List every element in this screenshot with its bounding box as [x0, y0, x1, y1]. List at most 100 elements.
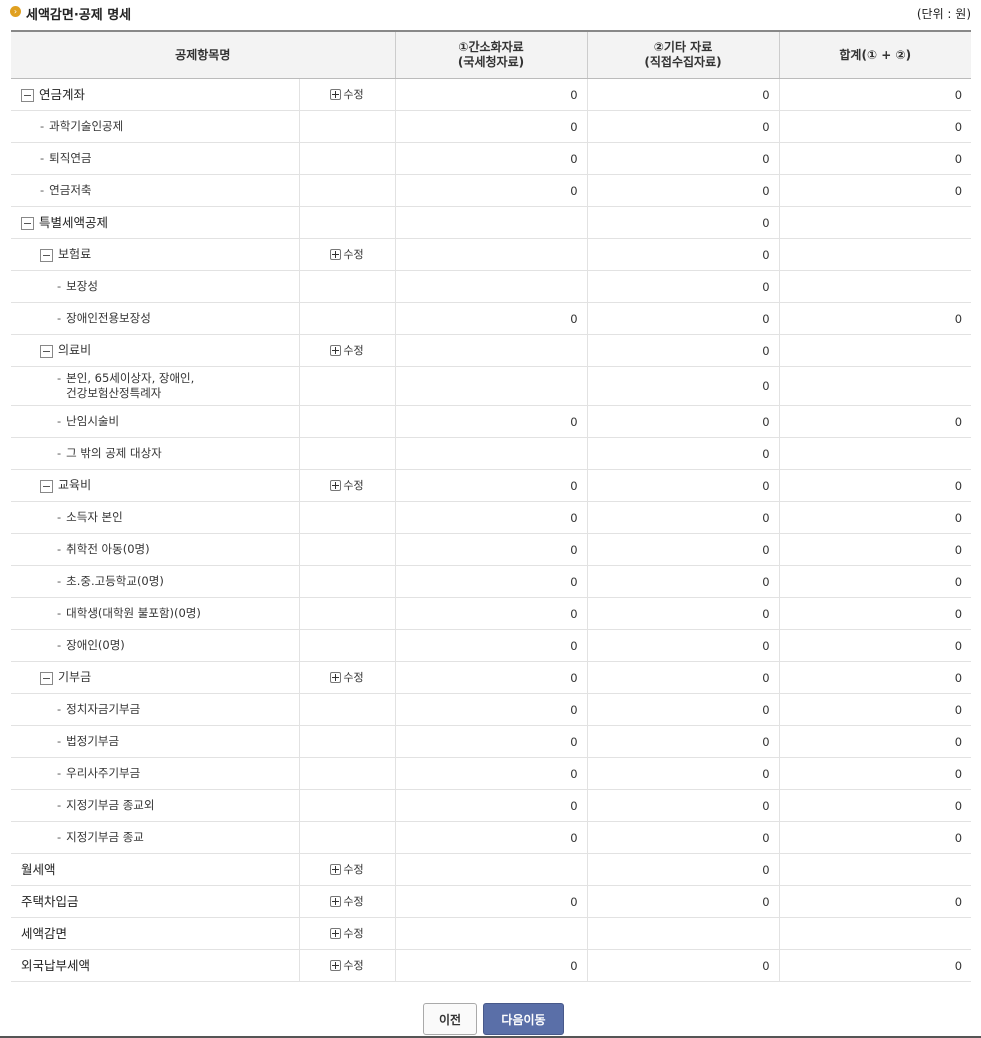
col1-value: 0 [394, 821, 588, 854]
item-label: 지정기부금 종교외 [66, 798, 155, 812]
header-total: 합계(① + ②) [778, 30, 972, 79]
action-cell [298, 110, 396, 143]
col2-value: 0 [586, 174, 780, 207]
col2-value: 0 [586, 853, 780, 886]
action-cell [298, 821, 396, 854]
edit-button[interactable]: 수정 [330, 957, 364, 973]
col2-value: 0 [586, 789, 780, 822]
table-row: 기부금 수정 0 0 0 [11, 661, 972, 694]
total-value: 0 [778, 757, 972, 790]
col2-value: 0 [586, 78, 780, 111]
total-value: 0 [778, 302, 972, 335]
table-row: - 지정기부금 종교 0 0 0 [11, 821, 972, 854]
col2-value: 0 [586, 238, 780, 271]
total-value: 0 [778, 725, 972, 758]
collapse-icon[interactable] [21, 89, 34, 102]
total-value [778, 206, 972, 239]
table-row: - 법정기부금 0 0 0 [11, 725, 972, 758]
action-cell [298, 302, 396, 335]
edit-button[interactable]: 수정 [330, 246, 364, 262]
action-cell [298, 693, 396, 726]
edit-button[interactable]: 수정 [330, 669, 364, 685]
section-header: › 세액감면·공제 명세 (단위 : 원) [10, 4, 971, 23]
next-button[interactable]: 다음이동 [483, 1003, 564, 1035]
item-label: 대학생(대학원 불포함)(0명) [66, 606, 201, 620]
edit-button[interactable]: 수정 [330, 925, 364, 941]
item-name-cell: - 보장성 [11, 270, 299, 303]
table-row: 연금계좌 수정 0 0 0 [11, 78, 972, 111]
col2-value: 0 [586, 885, 780, 918]
total-value: 0 [778, 405, 972, 438]
col2-value: 0 [586, 949, 780, 982]
col2-value: 0 [586, 597, 780, 630]
col2-value: 0 [586, 565, 780, 598]
header-col2: ②기타 자료 (직접수집자료) [586, 30, 780, 79]
item-name-cell: - 장애인전용보장성 [11, 302, 299, 335]
table-row: - 장애인(0명) 0 0 0 [11, 629, 972, 662]
edit-button[interactable]: 수정 [330, 342, 364, 358]
table-row: - 취학전 아동(0명) 0 0 0 [11, 533, 972, 566]
total-value: 0 [778, 597, 972, 630]
collapse-icon[interactable] [40, 249, 53, 262]
col2-value: 0 [586, 142, 780, 175]
table-row: 외국납부세액 수정 0 0 0 [11, 949, 972, 982]
edit-button[interactable]: 수정 [330, 861, 364, 877]
table-row: 세액감면 수정 [11, 917, 972, 950]
item-name-cell: 보험료 [11, 238, 299, 271]
item-name-cell: - 지정기부금 종교외 [11, 789, 299, 822]
dash-marker: - [40, 119, 45, 133]
col2-value: 0 [586, 437, 780, 470]
edit-button[interactable]: 수정 [330, 893, 364, 909]
item-name-cell: 의료비 [11, 334, 299, 367]
item-label: 교육비 [58, 478, 92, 492]
table-row: 주택차입금 수정 0 0 0 [11, 885, 972, 918]
plus-icon [330, 88, 342, 100]
col2-value: 0 [586, 334, 780, 367]
plus-icon [330, 959, 342, 971]
plus-icon [330, 479, 342, 491]
total-value: 0 [778, 78, 972, 111]
item-name-cell: - 퇴직연금 [11, 142, 299, 175]
total-value: 0 [778, 533, 972, 566]
item-name-cell: - 난임시술비 [11, 405, 299, 438]
total-value: 0 [778, 821, 972, 854]
item-label: 특별세액공제 [39, 215, 109, 230]
item-label: 소득자 본인 [66, 510, 123, 524]
item-label: 기부금 [58, 670, 92, 684]
item-label: 본인, 65세이상자, 장애인, 건강보험산정특례자 [66, 371, 195, 400]
edit-button[interactable]: 수정 [330, 86, 364, 102]
dash-marker: - [57, 414, 62, 428]
col1-value [394, 334, 588, 367]
col1-value: 0 [394, 757, 588, 790]
table-row: - 대학생(대학원 불포함)(0명) 0 0 0 [11, 597, 972, 630]
edit-label: 수정 [343, 344, 364, 358]
total-value [778, 334, 972, 367]
item-label: 주택차입금 [21, 894, 79, 909]
header-item: 공제항목명 [11, 30, 396, 79]
collapse-icon[interactable] [40, 345, 53, 358]
total-value [778, 437, 972, 470]
collapse-icon[interactable] [40, 672, 53, 685]
table-row: 교육비 수정 0 0 0 [11, 469, 972, 502]
item-name-cell: - 우리사주기부금 [11, 757, 299, 790]
action-cell [298, 757, 396, 790]
dash-marker: - [57, 371, 62, 385]
item-name-cell: - 소득자 본인 [11, 501, 299, 534]
unit-label: (단위 : 원) [916, 7, 971, 21]
col2-value: 0 [586, 206, 780, 239]
collapse-icon[interactable] [21, 217, 34, 230]
table-row: 월세액 수정 0 [11, 853, 972, 886]
prev-button[interactable]: 이전 [423, 1003, 477, 1035]
collapse-icon[interactable] [40, 480, 53, 493]
action-cell [298, 270, 396, 303]
action-cell: 수정 [298, 238, 396, 271]
table-row: - 보장성 0 [11, 270, 972, 303]
action-cell: 수정 [298, 853, 396, 886]
total-value: 0 [778, 469, 972, 502]
item-label: 외국납부세액 [21, 958, 91, 973]
dash-marker: - [57, 542, 62, 556]
item-name-cell: 연금계좌 [11, 78, 299, 111]
action-cell [298, 437, 396, 470]
edit-button[interactable]: 수정 [330, 477, 364, 493]
item-label: 난임시술비 [66, 414, 120, 428]
